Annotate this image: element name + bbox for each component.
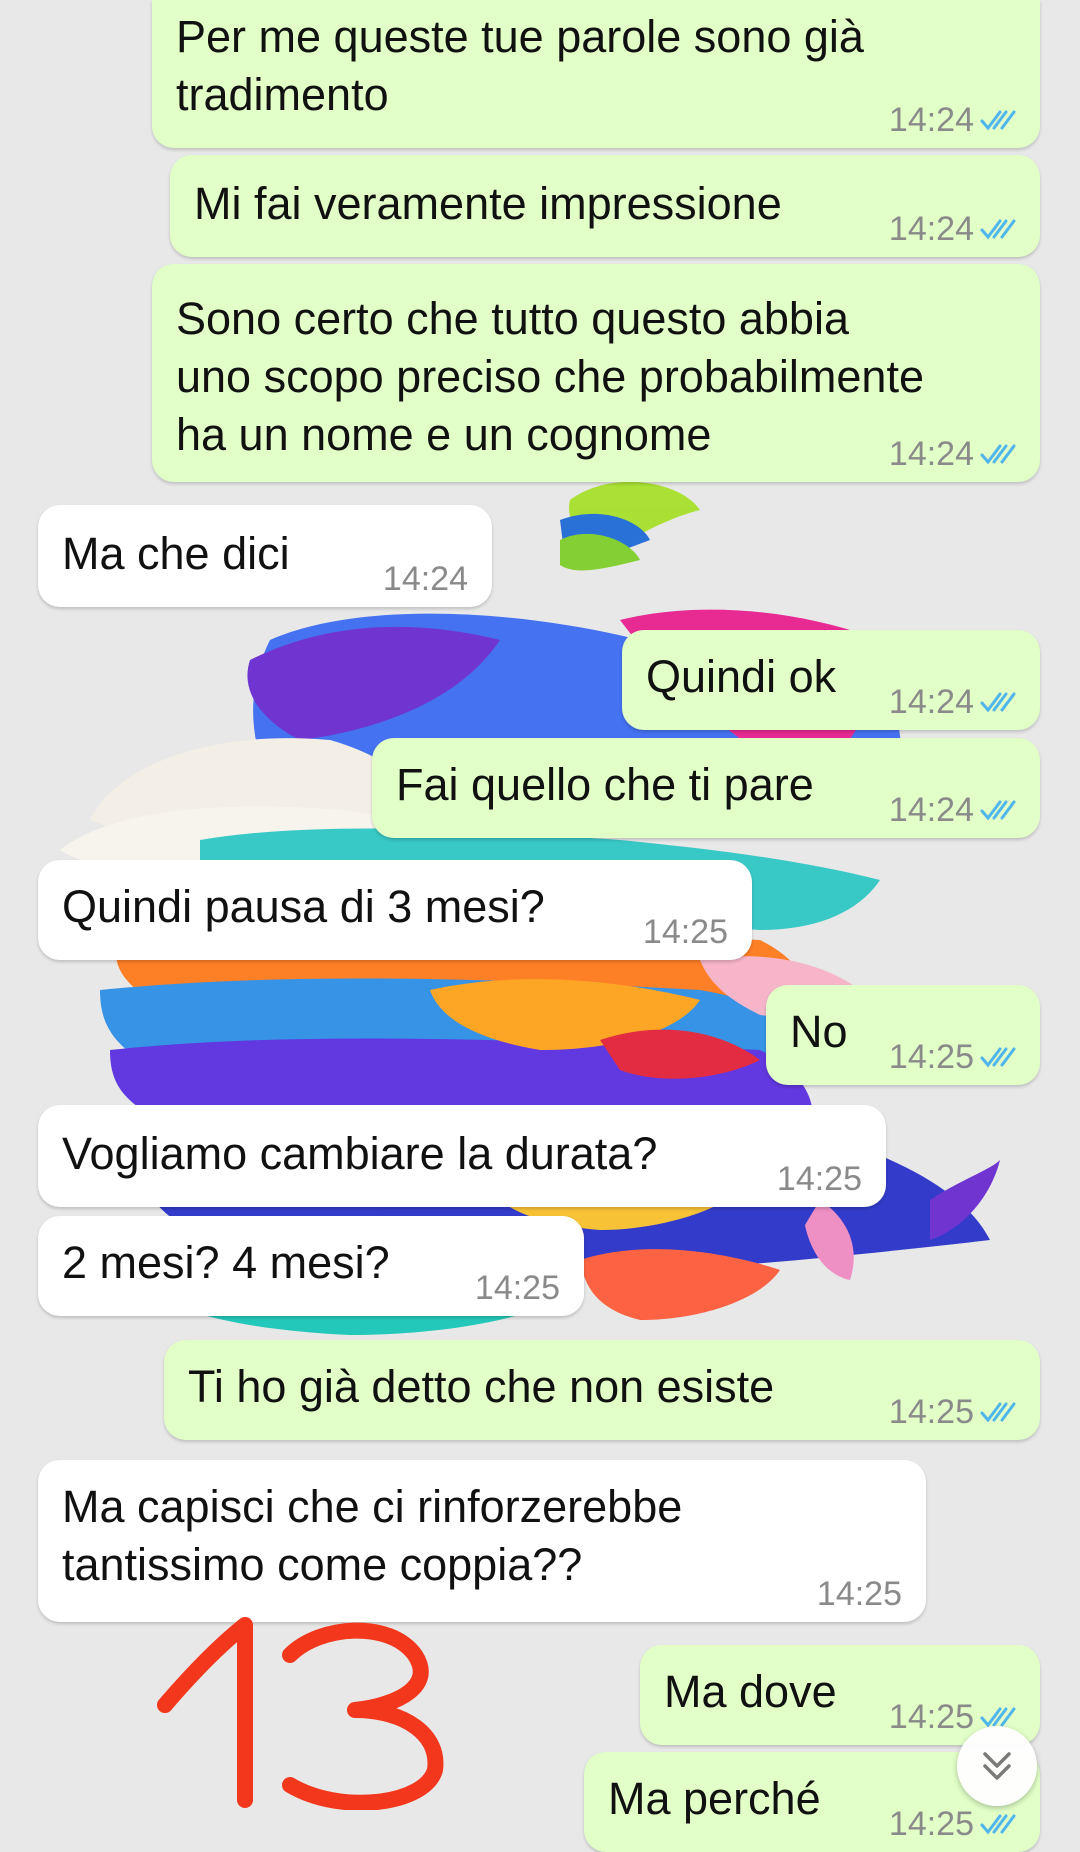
message-meta: 14:24 — [889, 684, 1020, 720]
read-ticks-icon — [980, 1402, 1016, 1423]
message-bubble-outgoing[interactable]: Fai quello che ti pare 14:24 — [372, 738, 1040, 838]
message-time: 14:25 — [474, 1269, 560, 1307]
message-bubble-outgoing[interactable]: Sono certo che tutto questo abbia uno sc… — [152, 264, 1040, 482]
message-time: 14:24 — [382, 560, 468, 598]
read-ticks-icon — [980, 444, 1016, 465]
message-bubble-outgoing[interactable]: Mi fai veramente impressione 14:24 — [170, 155, 1040, 257]
message-time: 14:25 — [642, 913, 728, 951]
message-meta: 14:24 — [889, 102, 1020, 138]
read-ticks-icon — [980, 1814, 1016, 1835]
message-meta: 14:25 — [889, 1039, 1020, 1075]
read-ticks-icon — [980, 692, 1016, 713]
message-meta: 14:24 — [889, 436, 1020, 472]
message-meta: 14:25 — [889, 1394, 1020, 1430]
double-chevron-down-icon — [983, 1752, 1011, 1780]
message-bubble-incoming[interactable]: Ma capisci che ci rinforzerebbe tantissi… — [38, 1460, 926, 1622]
message-bubble-incoming[interactable]: Ma che dici 14:24 — [38, 505, 492, 607]
read-ticks-icon — [980, 1047, 1016, 1068]
message-meta: 14:25 — [817, 1576, 902, 1612]
message-bubble-incoming[interactable]: Quindi pausa di 3 mesi? 14:25 — [38, 860, 752, 960]
message-time: 14:25 — [816, 1575, 902, 1613]
message-text: Quindi pausa di 3 mesi? — [62, 881, 545, 932]
scroll-to-bottom-button[interactable] — [957, 1726, 1037, 1806]
message-bubble-incoming[interactable]: 2 mesi? 4 mesi? 14:25 — [38, 1216, 584, 1316]
message-time: 14:25 — [776, 1160, 862, 1198]
message-meta: 14:24 — [889, 792, 1020, 828]
message-time: 14:24 — [888, 435, 974, 473]
message-time: 14:24 — [888, 791, 974, 829]
message-bubble-outgoing[interactable]: Per me queste tue parole sono già tradim… — [152, 0, 1040, 148]
message-time: 14:24 — [888, 683, 974, 721]
message-meta: 14:25 — [643, 914, 728, 950]
message-time: 14:25 — [888, 1393, 974, 1431]
message-meta: 14:25 — [777, 1161, 862, 1197]
message-time: 14:25 — [888, 1698, 974, 1736]
message-bubble-outgoing[interactable]: Ti ho già detto che non esiste 14:25 — [164, 1340, 1040, 1440]
handwritten-annotation-13 — [157, 1617, 444, 1810]
message-meta: 14:24 — [383, 561, 468, 597]
message-time: 14:24 — [888, 210, 974, 248]
message-bubble-incoming[interactable]: Vogliamo cambiare la durata? 14:25 — [38, 1105, 886, 1207]
read-ticks-icon — [980, 219, 1016, 240]
message-bubble-outgoing[interactable]: Quindi ok 14:24 — [622, 630, 1040, 730]
message-time: 14:24 — [888, 101, 974, 139]
message-meta: 14:25 — [475, 1270, 560, 1306]
read-ticks-icon — [980, 800, 1016, 821]
message-time: 14:25 — [888, 1038, 974, 1076]
message-bubble-outgoing[interactable]: No 14:25 — [766, 985, 1040, 1085]
message-time: 14:25 — [888, 1805, 974, 1843]
message-text: Ma capisci che ci rinforzerebbe tantissi… — [62, 1481, 683, 1590]
message-text: Vogliamo cambiare la durata? — [62, 1128, 658, 1179]
message-meta: 14:24 — [889, 211, 1020, 247]
message-meta: 14:25 — [889, 1806, 1020, 1842]
read-ticks-icon — [980, 110, 1016, 131]
